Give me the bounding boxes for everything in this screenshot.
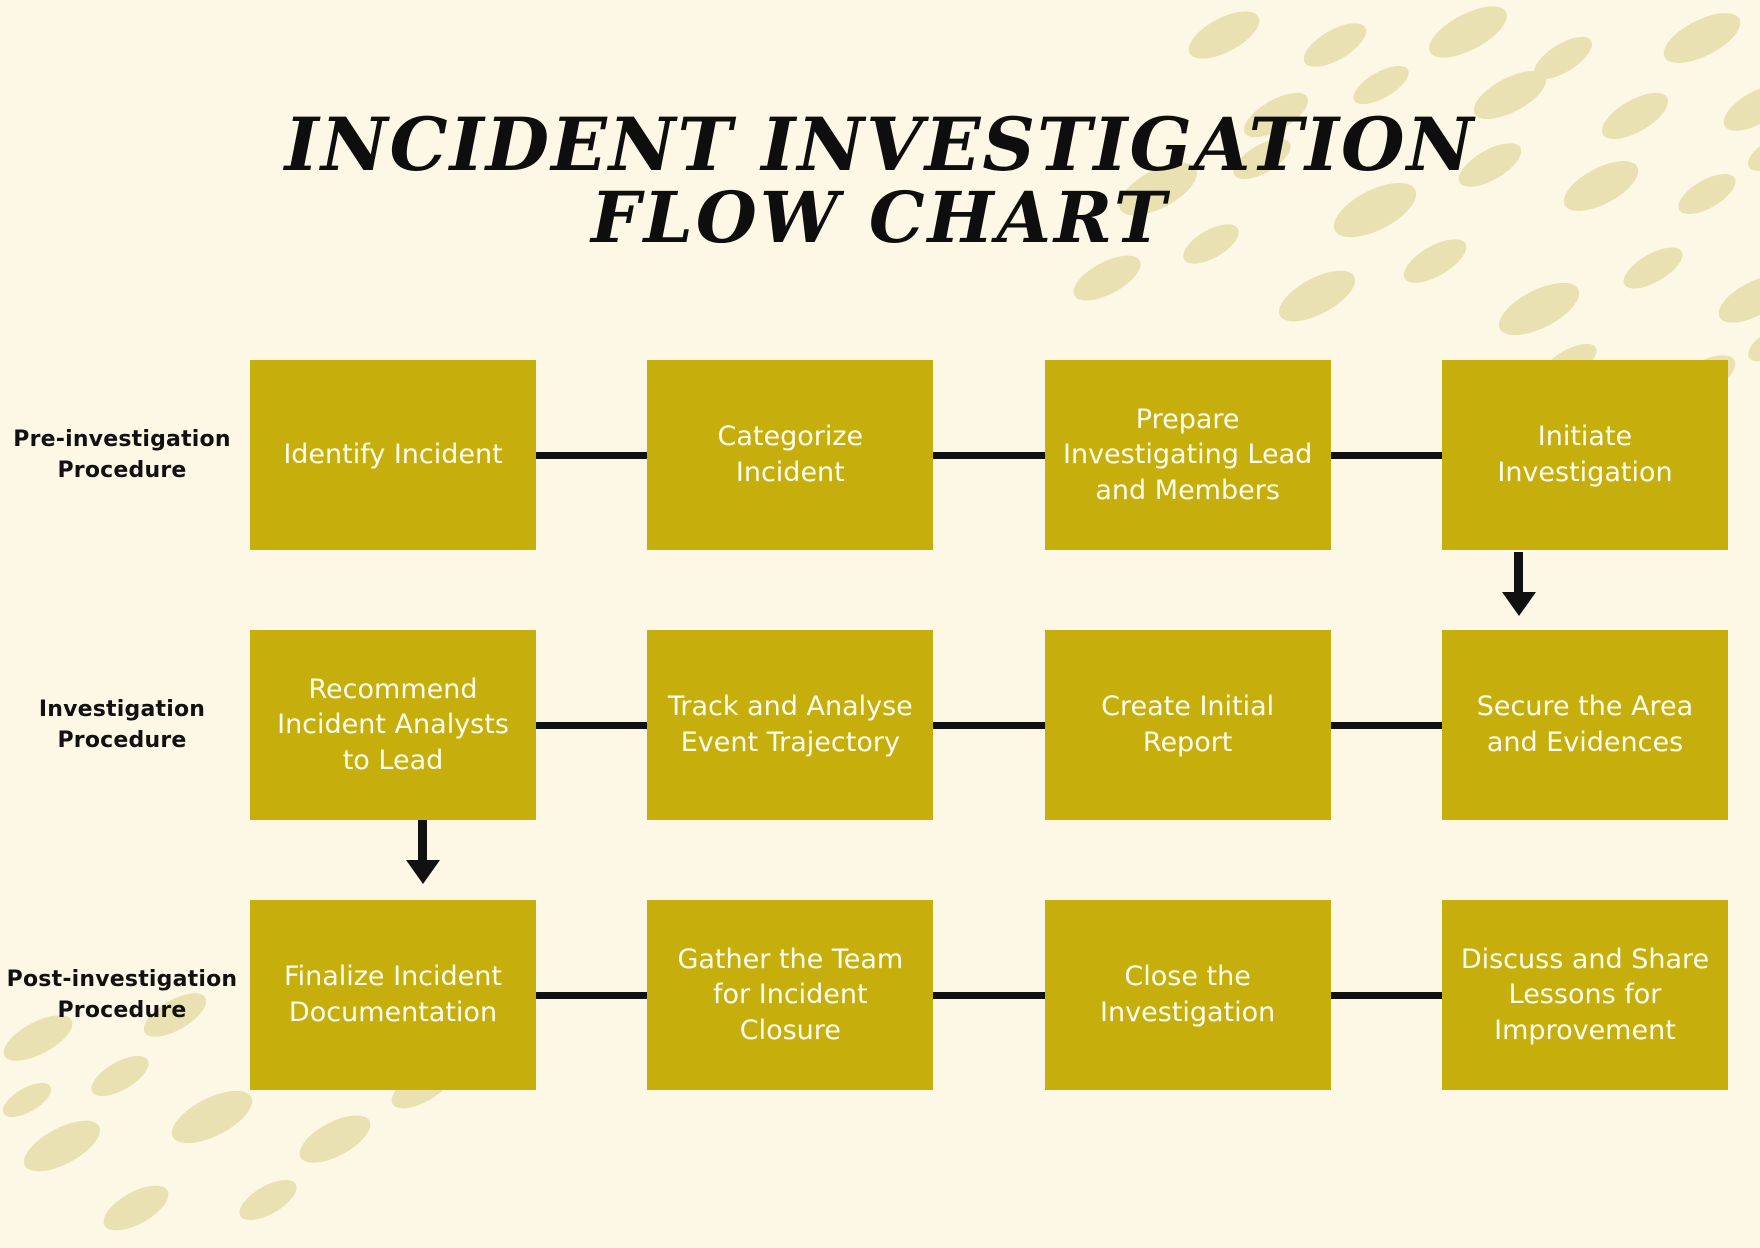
- page-title-line-1: INCIDENT INVESTIGATION: [284, 102, 1476, 188]
- connector-line: [536, 721, 648, 729]
- node-label: Discuss and Share Lessons for Improvemen…: [1460, 943, 1710, 1046]
- row-label-pre-investigation: Pre-investigation Procedure: [13, 426, 231, 483]
- flow-row-nodes: Identify Incident Categorize Incident Pr…: [250, 360, 1760, 550]
- confetti-ellipse: [164, 1080, 260, 1154]
- row-label-post-investigation: Post-investigation Procedure: [6, 966, 238, 1023]
- node-label: Identify Incident: [283, 439, 503, 471]
- node-label: Categorize Incident: [717, 421, 864, 488]
- connector-line: [933, 721, 1045, 729]
- node-gather-the-team-for-incident-closure[interactable]: Gather the Team for Incident Closure: [647, 900, 934, 1090]
- confetti-ellipse: [233, 1171, 303, 1229]
- node-create-initial-report[interactable]: Create Initial Report: [1044, 630, 1331, 820]
- confetti-ellipse: [1711, 265, 1760, 333]
- flowchart-grid: Pre-investigation Procedure Identify Inc…: [0, 360, 1760, 1090]
- confetti-ellipse: [96, 1176, 176, 1240]
- confetti-ellipse: [1656, 2, 1748, 74]
- connector-line: [933, 991, 1045, 999]
- node-recommend-incident-analysts-to-lead[interactable]: Recommend Incident Analysts to Lead: [250, 630, 536, 820]
- row-label-investigation: Investigation Procedure: [38, 696, 206, 753]
- node-track-and-analyse-event-trajectory[interactable]: Track and Analyse Event Trajectory: [647, 630, 934, 820]
- node-discuss-and-share-lessons-for-improvement[interactable]: Discuss and Share Lessons for Improvemen…: [1441, 900, 1728, 1090]
- connector-line: [1330, 721, 1442, 729]
- connector-line: [933, 451, 1045, 459]
- connector-line: [1330, 991, 1442, 999]
- connector-line: [536, 451, 648, 459]
- down-arrow-icon-row2-to-row3: [418, 820, 427, 862]
- flow-row-pre-investigation: Pre-investigation Procedure Identify Inc…: [0, 360, 1760, 550]
- node-close-the-investigation[interactable]: Close the Investigation: [1044, 900, 1331, 1090]
- node-secure-the-area-and-evidences[interactable]: Secure the Area and Evidences: [1441, 630, 1728, 820]
- node-label: Recommend Incident Analysts to Lead: [277, 673, 509, 776]
- confetti-ellipse: [1491, 272, 1587, 346]
- node-categorize-incident[interactable]: Categorize Incident: [647, 360, 934, 550]
- down-arrow-icon-row1-to-row2: [1514, 552, 1523, 594]
- confetti-ellipse: [16, 1110, 108, 1182]
- node-label: Gather the Team for Incident Closure: [677, 943, 904, 1046]
- connector-line: [536, 991, 648, 999]
- flow-row-nodes: Finalize Incident Documentation Gather t…: [250, 900, 1760, 1090]
- connector-line: [1330, 451, 1442, 459]
- confetti-ellipse: [1527, 28, 1599, 88]
- node-finalize-incident-documentation[interactable]: Finalize Incident Documentation: [250, 900, 536, 1090]
- confetti-ellipse: [1421, 0, 1515, 69]
- node-label: Close the Investigation: [1100, 961, 1276, 1028]
- confetti-ellipse: [1181, 1, 1267, 69]
- flow-row-investigation: Investigation Procedure Recommend Incide…: [0, 630, 1760, 820]
- node-identify-incident[interactable]: Identify Incident: [250, 360, 536, 550]
- page-title: INCIDENT INVESTIGATION FLOW CHART: [0, 108, 1760, 254]
- node-label: Track and Analyse Event Trajectory: [667, 691, 913, 758]
- node-label: Finalize Incident Documentation: [284, 961, 502, 1028]
- confetti-ellipse: [292, 1105, 378, 1173]
- node-prepare-investigating-lead-and-members[interactable]: Prepare Investigating Lead and Members: [1044, 360, 1331, 550]
- page-title-line-2: FLOW CHART: [590, 176, 1170, 260]
- flowchart-canvas: INCIDENT INVESTIGATION FLOW CHART Pre-in…: [0, 0, 1760, 1248]
- flow-row-nodes: Recommend Incident Analysts to Lead Trac…: [250, 630, 1760, 820]
- node-label: Secure the Area and Evidences: [1476, 691, 1694, 758]
- confetti-ellipse: [1297, 14, 1373, 76]
- flow-row-post-investigation: Post-investigation Procedure Finalize In…: [0, 900, 1760, 1090]
- node-label: Create Initial Report: [1101, 691, 1275, 758]
- confetti-ellipse: [1271, 260, 1363, 332]
- node-label: Prepare Investigating Lead and Members: [1063, 403, 1313, 506]
- node-initiate-investigation[interactable]: Initiate Investigation: [1441, 360, 1728, 550]
- node-label: Initiate Investigation: [1497, 421, 1673, 488]
